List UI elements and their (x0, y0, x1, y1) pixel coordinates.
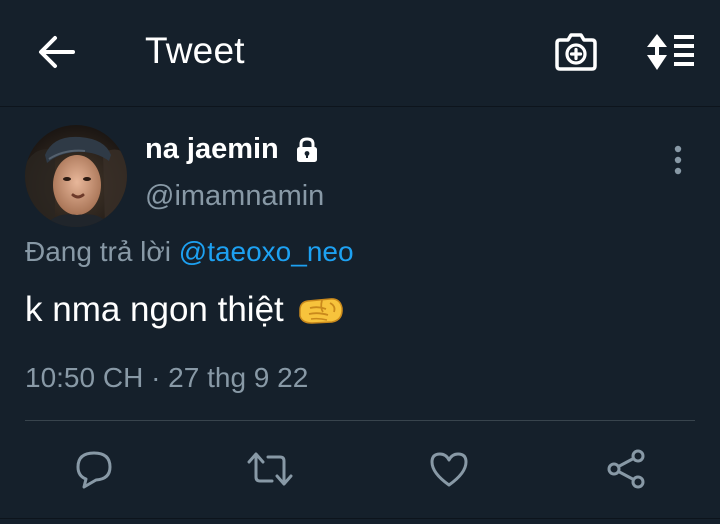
share-icon (607, 449, 645, 489)
reply-button[interactable] (69, 444, 119, 494)
tweet-text: k nma ngon thiệt (25, 290, 346, 330)
left-facing-fist-emoji (296, 290, 346, 330)
bottom-divider (0, 518, 720, 519)
replying-to-user-link[interactable]: @taeoxo_neo (179, 236, 354, 267)
sort-button[interactable] (640, 28, 700, 76)
user-handle[interactable]: @imamnamin (145, 180, 324, 213)
lock-icon (293, 136, 321, 164)
arrow-left-icon (39, 36, 75, 68)
display-name[interactable]: na jaemin (145, 133, 279, 166)
avatar-photo (25, 125, 127, 227)
sort-list-icon (647, 34, 694, 70)
comment-icon (76, 451, 112, 489)
vertical-ellipsis-icon (674, 145, 682, 175)
page-title: Tweet (145, 30, 245, 71)
replying-to-line: Đang trả lời @taeoxo_neo (25, 236, 354, 268)
top-bar: Tweet (0, 0, 720, 107)
replying-to-label: Đang trả lời (25, 236, 171, 267)
avatar[interactable] (25, 125, 127, 227)
tweet-timestamp[interactable]: 10:50 CH · 27 thg 9 22 (25, 362, 308, 394)
display-name-row[interactable]: na jaemin (145, 133, 321, 166)
tweet-body: k nma ngon thiệt (25, 290, 284, 329)
retweet-button[interactable] (245, 444, 295, 494)
camera-plus-icon (555, 33, 597, 71)
retweet-icon (247, 452, 293, 486)
share-button[interactable] (601, 444, 651, 494)
like-button[interactable] (424, 444, 474, 494)
heart-icon (430, 452, 468, 487)
divider (25, 420, 695, 421)
back-button[interactable] (30, 32, 82, 72)
camera-button[interactable] (552, 30, 600, 74)
more-options-button[interactable] (660, 140, 696, 180)
